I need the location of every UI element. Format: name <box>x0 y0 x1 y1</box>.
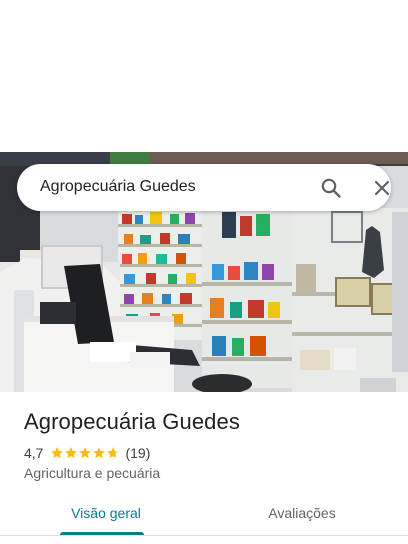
search-icon[interactable] <box>319 176 343 200</box>
rating-row[interactable]: 4,7 (19) <box>24 443 150 463</box>
close-icon[interactable] <box>370 176 394 200</box>
place-screen: Agropecuária Guedes Agropecuária Guedes … <box>0 0 408 544</box>
star-icon <box>107 447 120 459</box>
star-icon <box>93 447 106 459</box>
place-category: Agricultura e pecuária <box>24 465 161 481</box>
star-icon <box>51 447 64 459</box>
search-bar[interactable]: Agropecuária Guedes <box>17 164 391 211</box>
tab-reviews[interactable]: Avaliações <box>238 505 366 535</box>
rating-value: 4,7 <box>24 445 44 461</box>
star-icon <box>65 447 78 459</box>
star-icon <box>79 447 92 459</box>
tab-overview[interactable]: Visão geral <box>42 505 170 535</box>
review-count: (19) <box>125 445 151 461</box>
rating-stars <box>50 446 120 460</box>
search-input[interactable]: Agropecuária Guedes <box>40 178 196 196</box>
tabs-divider <box>0 535 408 536</box>
place-title: Agropecuária Guedes <box>24 409 240 434</box>
